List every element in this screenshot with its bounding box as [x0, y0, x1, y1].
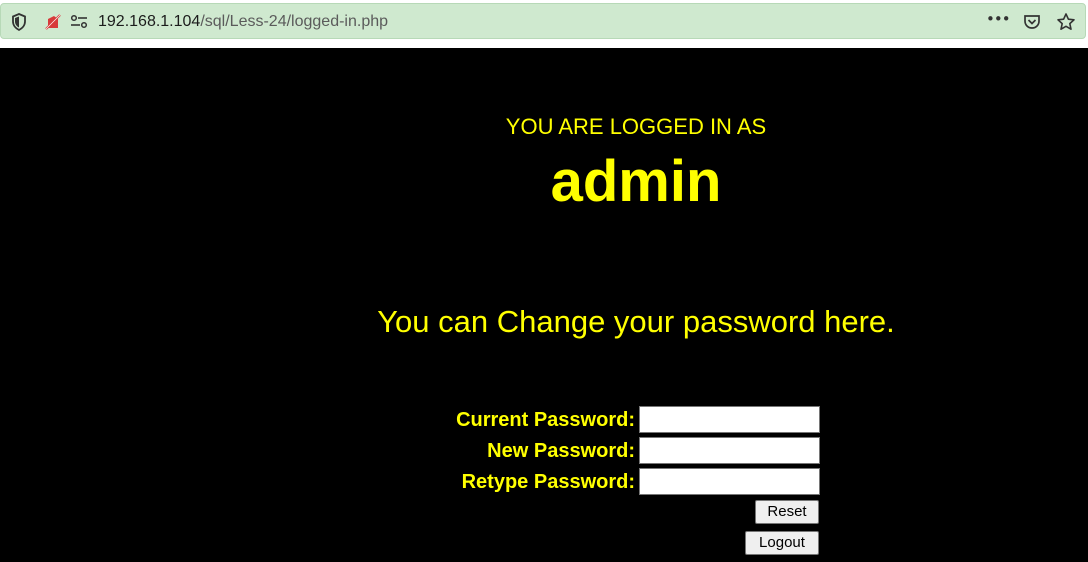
address-bar[interactable]: 192.168.1.104/sql/Less-24/logged-in.php … [0, 3, 1086, 39]
browser-toolbar: 192.168.1.104/sql/Less-24/logged-in.php … [0, 0, 1088, 46]
username-heading: admin [550, 149, 722, 214]
logout-button[interactable]: Logout [745, 531, 819, 555]
current-password-row: Current Password: [0, 406, 1088, 433]
retype-password-label: Retype Password: [461, 471, 635, 493]
tracking-off-icon[interactable] [43, 12, 63, 32]
new-password-row: New Password: [0, 437, 1088, 464]
permissions-icon[interactable] [69, 12, 89, 32]
url-path: /sql/Less-24/logged-in.php [200, 13, 389, 30]
current-password-label: Current Password: [456, 409, 635, 431]
page-top-edge [0, 46, 1088, 48]
logged-in-label: YOU ARE LOGGED IN AS [505, 114, 767, 139]
bookmark-star-icon[interactable] [1056, 12, 1076, 32]
current-password-input[interactable] [639, 406, 820, 433]
reset-button[interactable]: Reset [755, 500, 819, 524]
change-password-message: You can Change your password here. [377, 304, 895, 339]
pocket-icon[interactable] [1022, 12, 1042, 32]
more-icon[interactable]: ••• [986, 10, 1011, 30]
new-password-input[interactable] [639, 437, 820, 464]
retype-password-row: Retype Password: [0, 468, 1088, 495]
url-text[interactable]: 192.168.1.104/sql/Less-24/logged-in.php [98, 12, 388, 32]
url-host: 192.168.1.104 [98, 13, 201, 30]
retype-password-input[interactable] [639, 468, 820, 495]
shield-icon[interactable] [9, 12, 29, 32]
new-password-label: New Password: [487, 440, 635, 462]
